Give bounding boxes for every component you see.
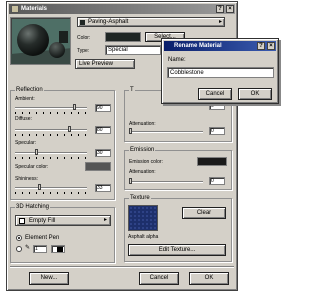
transparency-attenuation-label: Attenuation: [129,121,156,127]
reflection-title: Reflection [15,87,44,94]
specular-slider-thumb[interactable] [35,149,38,155]
rename-ok-button[interactable]: OK [238,88,272,100]
shininess-label: Shininess: [15,176,39,182]
diffuse-ticks [15,134,87,136]
cancel-button[interactable]: Cancel [139,272,179,285]
transparency-title: T [129,87,135,94]
rename-name-value: Cobblestone [170,70,204,76]
preview-spheres [11,24,70,64]
specular-color-label: Specular color: [15,164,49,170]
hatching-group: 3D Hatching Empty Fill ▸ Element Pen ✎ 1 [10,204,115,263]
pen-number-field[interactable]: 1 [33,245,47,253]
specular-ticks [15,157,87,159]
emission-color-label: Emission color: [129,159,163,165]
diffuse-value[interactable]: 80 [95,126,111,134]
window-title: Materials [21,6,48,12]
new-button[interactable]: New... [29,272,69,285]
pen-color-swatch[interactable] [51,245,65,253]
texture-group: Texture Clear Asphalt alpha Edit Texture… [124,195,232,262]
element-pen-radio[interactable] [16,235,22,241]
emission-title: Emission [129,147,156,154]
material-swatch [80,20,85,25]
footer-divider [10,266,234,268]
close-icon[interactable]: × [226,5,234,13]
reflection-group: Reflection Ambient: 90 Diffuse: 80 Specu… [10,87,115,200]
rename-cancel-button[interactable]: Cancel [198,88,232,100]
diffuse-slider[interactable] [15,129,87,131]
edit-texture-label: Edit Texture... [158,247,196,253]
emission-attenuation-slider[interactable] [129,181,203,183]
ok-button[interactable]: OK [189,272,229,285]
fill-select[interactable]: Empty Fill ▸ [15,215,111,226]
material-select[interactable]: Paving-Asphalt ▸ [77,17,225,27]
color-label: Color: [77,35,91,41]
rename-name-label: Name: [168,57,186,63]
shininess-slider-thumb[interactable] [38,184,41,190]
chevron-right-icon: ▸ [218,19,222,25]
help-icon[interactable]: ? [216,5,224,13]
emission-group: Emission Emission color: Attenuation: 0 [124,147,232,190]
app-icon [11,5,19,13]
diffuse-label: Diffuse: [15,116,32,122]
specular-color-swatch[interactable] [85,162,111,171]
transparency-attenuation-slider[interactable] [129,131,203,133]
texture-clear-button[interactable]: Clear [182,207,226,219]
rename-name-input[interactable]: Cobblestone [167,67,274,78]
ambient-ticks [15,112,87,114]
material-preview [10,17,71,65]
texture-thumbnail [128,205,158,231]
ok-button-label: OK [204,275,214,281]
chevron-right-icon: ▸ [103,217,107,223]
radio-dot [18,237,20,239]
diffuse-slider-thumb[interactable] [68,126,71,132]
type-label: Type: [77,48,90,54]
pen-color-fill [57,247,63,252]
custom-pen-radio[interactable] [16,246,22,252]
emission-attenuation-value[interactable]: 0 [209,177,225,185]
new-button-label: New... [40,275,58,281]
type-select-value: Special [108,47,128,53]
shininess-ticks [15,192,87,194]
texture-name: Asphalt alpha [128,234,159,240]
type-select[interactable]: Special [105,45,161,55]
rename-dialog-titlebar[interactable]: Rename Material ? × [164,41,276,51]
cancel-button-label: Cancel [149,275,169,281]
rename-ok-label: OK [250,91,260,97]
texture-clear-label: Clear [196,210,212,216]
emission-attenuation-thumb[interactable] [129,178,132,184]
preview-mode-value: Live Preview [79,61,114,67]
emission-attenuation-label: Attenuation: [129,169,156,175]
hatching-title: 3D Hatching [15,204,51,211]
specular-slider[interactable] [15,152,87,154]
ambient-value[interactable]: 90 [95,104,111,112]
transparency-attenuation-thumb[interactable] [129,128,132,134]
pen-icon: ✎ [25,245,31,251]
ambient-slider[interactable] [15,107,87,109]
window-titlebar[interactable]: Materials ? × [9,4,235,14]
specular-label: Specular: [15,140,37,146]
fill-pattern-icon [19,218,25,224]
preview-mode-select[interactable]: Live Preview [75,59,135,69]
ambient-slider-thumb[interactable] [73,104,76,110]
rename-cancel-label: Cancel [205,91,225,97]
element-pen-label: Element Pen [25,235,60,241]
transparency-attenuation-value[interactable]: 0 [209,127,225,135]
texture-title: Texture [129,195,151,202]
color-swatch[interactable] [105,32,141,42]
shininess-slider[interactable] [15,187,87,189]
emission-color-swatch[interactable] [197,157,227,166]
rename-dialog-title: Rename Material [174,43,222,49]
edit-texture-button[interactable]: Edit Texture... [128,244,226,256]
ambient-label: Ambient: [15,96,35,102]
rename-close-icon[interactable]: × [267,42,275,50]
material-select-value: Paving-Asphalt [88,19,129,25]
specular-value[interactable]: 30 [95,149,111,157]
rename-help-icon[interactable]: ? [257,42,265,50]
shininess-value[interactable]: 33 [95,184,111,192]
fill-select-value: Empty Fill [29,218,56,224]
rename-material-dialog: Rename Material ? × Name: Cobblestone Ca… [161,38,279,104]
